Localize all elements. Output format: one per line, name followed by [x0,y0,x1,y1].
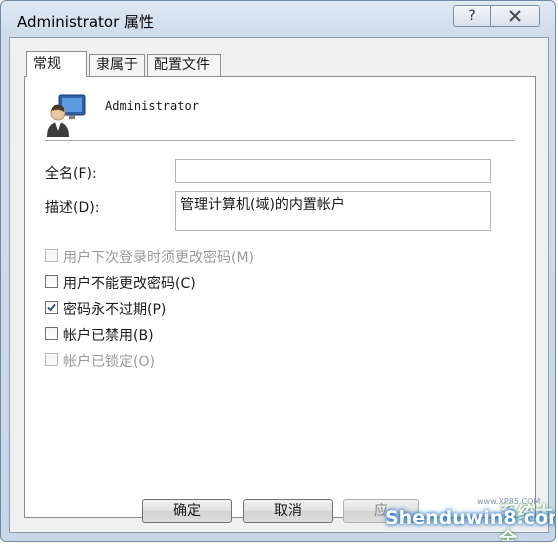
must-change-password-checkbox [45,249,58,262]
properties-dialog: Administrator 属性 ? 常规 隶属于 配置文件 Administr… [0,0,556,542]
tab-member-of[interactable]: 隶属于 [89,54,145,76]
dialog-client-area: 常规 隶属于 配置文件 Administrator 全名(F): 描述(D): … [9,37,549,533]
account-disabled-label[interactable]: 帐户已禁用(B) [63,325,154,345]
help-button[interactable]: ? [453,5,491,27]
description-label: 描述(D): [45,200,100,216]
close-button[interactable] [490,5,540,27]
password-never-expires-checkbox[interactable] [45,301,58,314]
account-disabled-checkbox[interactable] [45,327,58,340]
fullname-label: 全名(F): [45,166,97,182]
user-icon [47,94,86,137]
account-locked-checkbox [45,353,58,366]
window-title: Administrator 属性 [17,13,155,31]
password-never-expires-label[interactable]: 密码永不过期(P) [63,299,166,319]
help-icon: ? [468,8,476,24]
checkmark-icon [47,303,56,312]
tab-general[interactable]: 常规 [26,51,87,77]
close-icon [509,10,521,22]
must-change-password-label: 用户下次登录时须更改密码(M) [63,250,255,266]
account-locked-label: 帐户已锁定(O) [63,354,155,370]
tab-profile[interactable]: 配置文件 [147,54,221,76]
title-bar[interactable]: Administrator 属性 ? [1,1,555,37]
fullname-input[interactable] [175,159,491,183]
ok-button[interactable]: 确定 [142,499,232,523]
description-input[interactable]: 管理计算机(域)的内置帐户 [175,191,491,231]
cannot-change-password-checkbox[interactable] [45,275,58,288]
watermark-logo: Shenduwin8.com [385,507,555,529]
general-tab-page: Administrator 全名(F): 描述(D): 管理计算机(域)的内置帐… [24,76,536,518]
username-label: Administrator [105,99,199,113]
cancel-button[interactable]: 取消 [243,499,333,523]
cannot-change-password-label[interactable]: 用户不能更改密码(C) [63,273,196,293]
site-watermark: www.XP85.COM 系统大全 Shenduwin8.com [377,495,555,541]
divider [45,140,515,142]
